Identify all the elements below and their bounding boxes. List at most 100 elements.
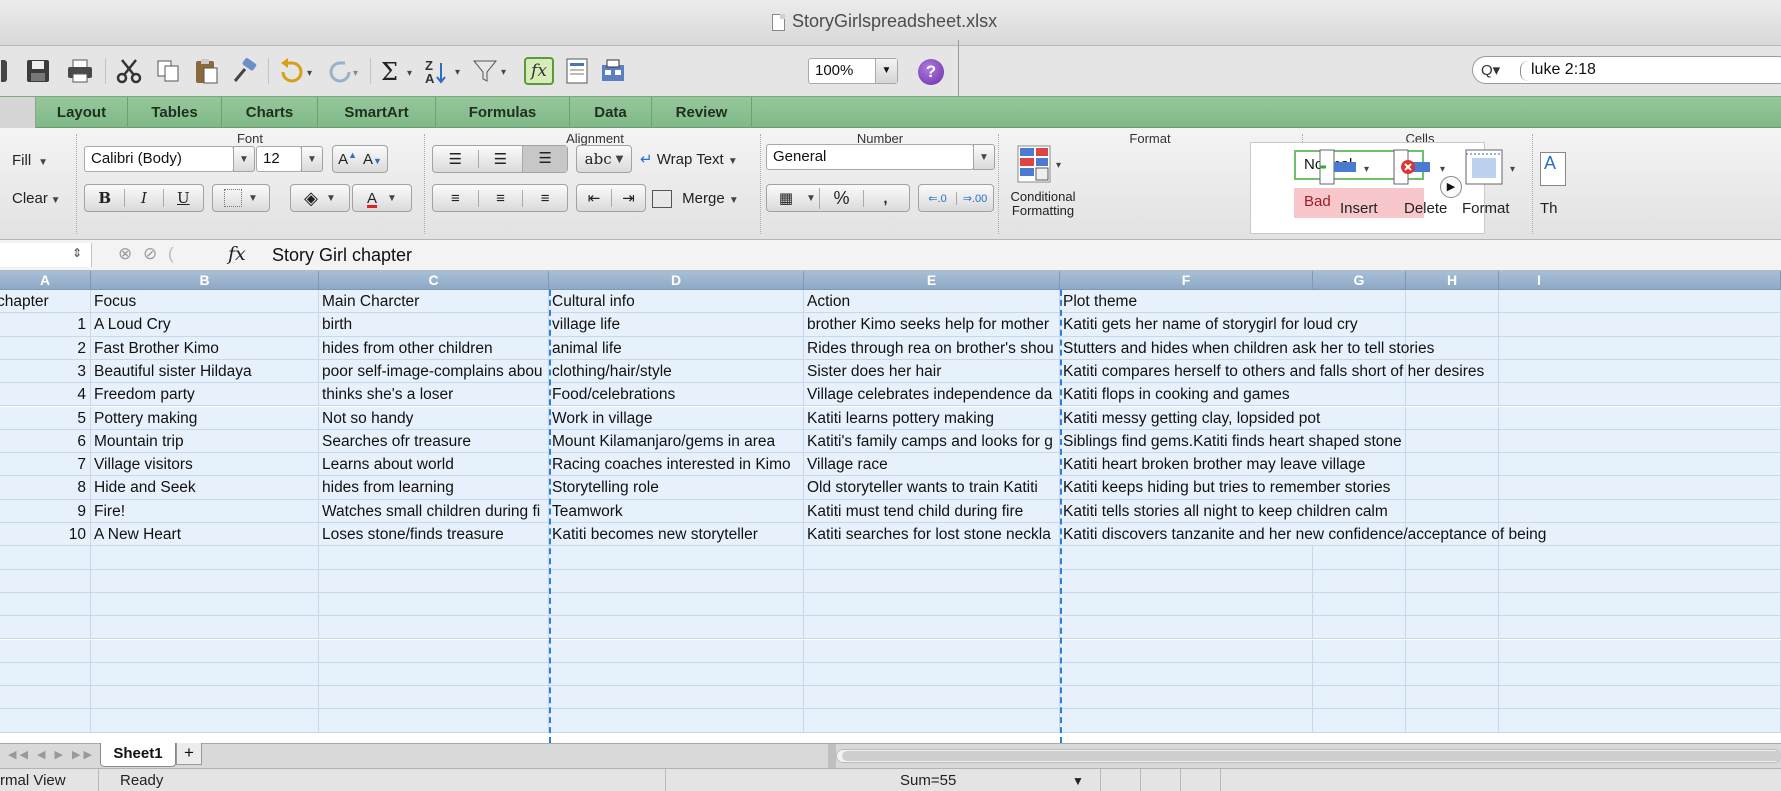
table-row[interactable]: 8 Hide and Seek hides from learning Storyte… bbox=[0, 476, 1781, 500]
cell-c[interactable]: Loses stone/finds treasure bbox=[319, 523, 549, 546]
currency-dropdown[interactable]: ▼ bbox=[803, 193, 819, 204]
cell-g[interactable] bbox=[1313, 569, 1406, 593]
orientation-button[interactable]: abc ▼ bbox=[576, 145, 632, 173]
cell-b[interactable] bbox=[91, 546, 319, 570]
cell-e[interactable]: Katiti learns pottery making bbox=[804, 406, 1060, 430]
cell-i[interactable] bbox=[1499, 709, 1781, 733]
table-row[interactable] bbox=[0, 639, 1781, 663]
cell-a[interactable]: chapter bbox=[0, 290, 91, 313]
currency-icon[interactable]: ▦ bbox=[769, 189, 803, 207]
table-row[interactable]: 4 Freedom party thinks she's a loser Food/c… bbox=[0, 383, 1781, 407]
cell-c[interactable]: thinks she's a loser bbox=[319, 383, 549, 407]
cell-f[interactable] bbox=[1060, 592, 1313, 616]
align-bottom-icon[interactable]: ☰ bbox=[522, 146, 567, 172]
gallery-icon[interactable] bbox=[562, 55, 592, 87]
decrease-indent-icon[interactable]: ⇤ bbox=[577, 189, 611, 207]
cell-e[interactable]: Old storyteller wants to train Katiti bbox=[804, 476, 1060, 500]
cell-a[interactable]: 1 bbox=[0, 313, 91, 337]
fill-color-button[interactable]: ◈ ▼ bbox=[290, 184, 350, 212]
cell-e[interactable] bbox=[804, 709, 1060, 733]
font-name-dropdown[interactable]: ▼ bbox=[233, 146, 255, 172]
font-size-dropdown[interactable]: ▼ bbox=[301, 146, 323, 172]
cell-f[interactable] bbox=[1060, 662, 1313, 686]
cell-c[interactable] bbox=[319, 686, 549, 710]
cell-d[interactable]: Storytelling role bbox=[549, 476, 804, 500]
cell-h[interactable] bbox=[1406, 546, 1499, 570]
cell-a[interactable]: 8 bbox=[0, 476, 91, 500]
insert-button[interactable]: Insert bbox=[1340, 200, 1378, 217]
sheet-tab-sheet1[interactable]: Sheet1 bbox=[100, 743, 176, 767]
cell-a[interactable]: 5 bbox=[0, 406, 91, 430]
toolbox-icon[interactable] bbox=[598, 55, 628, 87]
cell-d[interactable]: Racing coaches interested in Kimo bbox=[549, 453, 804, 477]
table-row[interactable] bbox=[0, 546, 1781, 570]
tab-layout[interactable]: Layout bbox=[36, 97, 128, 128]
table-row[interactable] bbox=[0, 569, 1781, 593]
column-header-i[interactable]: I bbox=[1499, 271, 1781, 290]
cell-e[interactable]: Katiti must tend child during fire bbox=[804, 499, 1060, 523]
cell-a[interactable]: 4 bbox=[0, 383, 91, 407]
column-header-b[interactable]: B bbox=[91, 271, 319, 290]
cell-a[interactable]: 9 bbox=[0, 499, 91, 523]
table-row[interactable]: 1A Loud Cry birth village life brother Kimo… bbox=[0, 313, 1781, 337]
cancel-icon[interactable]: ⊗ bbox=[118, 244, 132, 263]
help-icon[interactable]: ? bbox=[918, 59, 944, 85]
cell-b[interactable] bbox=[91, 569, 319, 593]
cell-f[interactable] bbox=[1060, 639, 1313, 663]
paste-icon[interactable] bbox=[190, 55, 222, 87]
undo-icon[interactable]: ▾ bbox=[276, 55, 318, 87]
cell-b[interactable] bbox=[91, 709, 319, 733]
chevron-down-icon[interactable]: ▼ bbox=[1072, 774, 1084, 788]
increase-indent-icon[interactable]: ⇥ bbox=[610, 189, 645, 207]
search-field[interactable]: Q▾ luke 2:18 bbox=[1472, 56, 1781, 84]
fx-icon[interactable]: fx bbox=[228, 243, 246, 265]
cell-f[interactable]: Katiti gets her name of storygirl for lo… bbox=[1060, 313, 1781, 336]
table-row[interactable]: 6 Mountain trip Searches ofr treasure Mount… bbox=[0, 429, 1781, 454]
cell-e[interactable] bbox=[804, 592, 1060, 616]
number-format-select[interactable]: General bbox=[766, 144, 974, 170]
cell-c[interactable] bbox=[319, 639, 549, 663]
cell-b[interactable] bbox=[91, 686, 319, 710]
cell-b[interactable]: Mountain trip bbox=[91, 429, 319, 453]
cell-c[interactable]: poor self-image-complains abou bbox=[319, 359, 549, 383]
cell-h[interactable] bbox=[1406, 709, 1499, 733]
chevron-down-icon[interactable]: ▼ bbox=[875, 59, 897, 83]
cell-a[interactable]: 3 bbox=[0, 359, 91, 383]
number-format-dropdown[interactable]: ▼ bbox=[973, 144, 995, 170]
percent-button[interactable]: % bbox=[819, 187, 863, 209]
font-grow-shrink-buttons[interactable]: A▲ A▼ bbox=[332, 145, 388, 173]
cell-b[interactable]: Focus bbox=[91, 290, 319, 313]
filter-icon[interactable]: ▾ bbox=[470, 55, 512, 87]
cell-e[interactable]: Village race bbox=[804, 453, 1060, 477]
cell-b[interactable]: A New Heart bbox=[91, 523, 319, 546]
format-cells-icon[interactable]: ▾ bbox=[1460, 148, 1522, 192]
cell-f[interactable]: Katiti heart broken brother may leave vi… bbox=[1060, 453, 1781, 476]
format-button[interactable]: Format bbox=[1462, 200, 1510, 217]
cell-f[interactable]: Katiti keeps hiding but tries to remembe… bbox=[1060, 476, 1781, 499]
cell-f[interactable] bbox=[1060, 546, 1313, 570]
cell-c[interactable]: hides from learning bbox=[319, 476, 549, 500]
cell-a[interactable]: 7 bbox=[0, 453, 91, 477]
save-icon[interactable] bbox=[22, 55, 54, 87]
align-left-icon[interactable]: ≡ bbox=[433, 190, 478, 207]
align-center-icon[interactable]: ≡ bbox=[477, 189, 523, 207]
cell-c[interactable]: birth bbox=[319, 313, 549, 337]
cell-a[interactable]: 10 bbox=[0, 523, 91, 546]
cell-c[interactable]: hides from other children bbox=[319, 336, 549, 360]
cell-c[interactable] bbox=[319, 546, 549, 570]
column-header-c[interactable]: C bbox=[319, 271, 549, 290]
cell-e[interactable] bbox=[804, 616, 1060, 640]
cell-d[interactable]: Katiti becomes new storyteller bbox=[549, 523, 804, 546]
clear-button[interactable]: Clear ▼ bbox=[12, 190, 61, 207]
tab-review[interactable]: Review bbox=[652, 97, 752, 128]
cell-d[interactable] bbox=[549, 592, 804, 616]
cell-d[interactable] bbox=[549, 546, 804, 570]
cell-a[interactable] bbox=[0, 662, 91, 686]
name-box-stepper-icon[interactable]: ⇕ bbox=[72, 246, 82, 260]
cell-f[interactable] bbox=[1060, 569, 1313, 593]
sort-icon[interactable]: Z A ▾ bbox=[422, 55, 466, 87]
table-row[interactable]: 2 Fast Brother Kimo hides from other child… bbox=[0, 336, 1781, 360]
table-row[interactable] bbox=[0, 709, 1781, 733]
formula-input[interactable]: Story Girl chapter bbox=[272, 245, 412, 266]
cell-i[interactable] bbox=[1499, 662, 1781, 686]
